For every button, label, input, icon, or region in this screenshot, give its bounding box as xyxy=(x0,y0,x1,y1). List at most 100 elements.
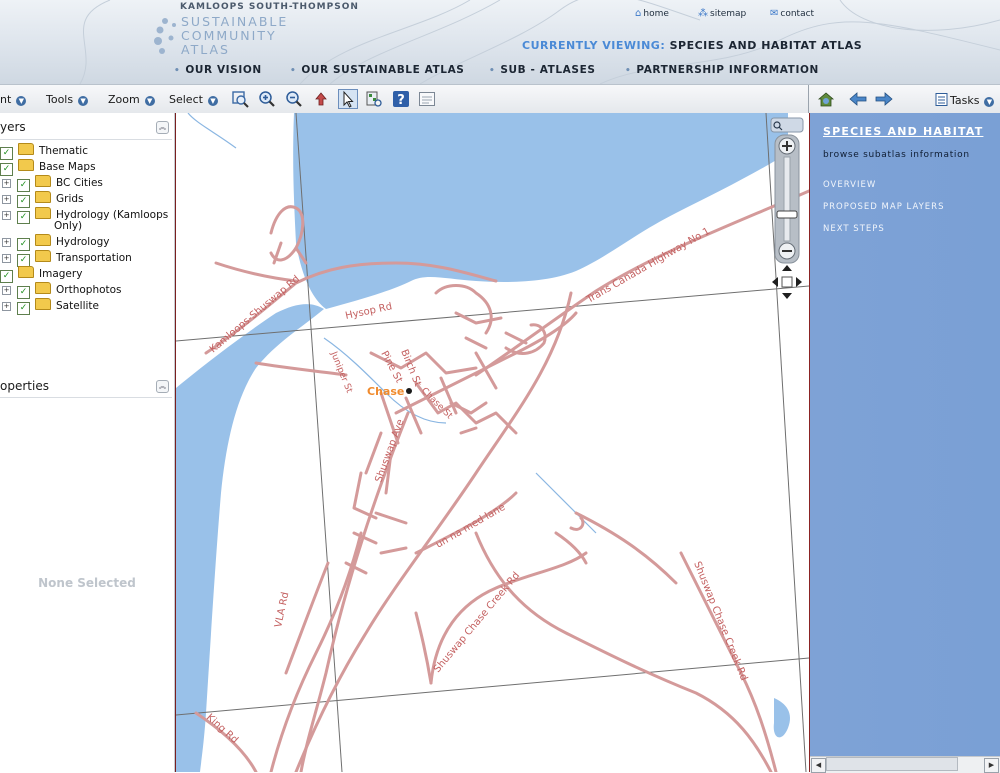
nav-sustainable-atlas[interactable]: OUR SUSTAINABLE ATLAS xyxy=(290,64,464,76)
sitemap-link[interactable]: ⁂ sitemap xyxy=(698,8,746,19)
svg-text:?: ? xyxy=(397,93,405,108)
layer-hydrology[interactable]: + ✓ Hydrology xyxy=(2,234,110,251)
utility-links: ⌂ home ⁂ sitemap ✉ contact xyxy=(630,8,1000,24)
layer-grids[interactable]: + ✓ Grids xyxy=(2,191,84,208)
zoom-slider-control[interactable] xyxy=(769,117,805,307)
folder-icon xyxy=(35,191,51,203)
chevron-down-icon: ▼ xyxy=(16,96,27,106)
pan-icon[interactable] xyxy=(312,90,330,108)
map-canvas[interactable]: Chase Trans Canada Highway No 1 Kamloops… xyxy=(176,113,809,772)
menu-nt[interactable]: nt ▼ xyxy=(0,93,27,106)
home-icon: ⌂ xyxy=(635,8,642,19)
layer-imagery[interactable]: ✓ Imagery xyxy=(0,266,82,283)
folder-icon xyxy=(35,234,51,246)
water-features xyxy=(176,113,791,772)
subatlas-panel: SPECIES AND HABITAT browse subatlas info… xyxy=(810,113,1000,756)
checkbox-icon[interactable]: ✓ xyxy=(17,211,30,224)
folder-icon xyxy=(35,175,51,187)
tasks-menu[interactable]: Tasks ▼ xyxy=(935,93,995,107)
help-icon[interactable]: ? xyxy=(392,90,410,108)
layer-thematic[interactable]: ✓ Thematic xyxy=(0,143,88,160)
map-view[interactable]: Chase Trans Canada Highway No 1 Kamloops… xyxy=(175,113,811,772)
link-proposed-map-layers[interactable]: PROPOSED MAP LAYERS xyxy=(823,202,944,212)
currently-viewing-label: CURRENTLY VIEWING: xyxy=(522,39,666,52)
road-label-shuswap-chase-creek-1: Shuswap Chase Creek Rd xyxy=(432,570,522,675)
road-label-shuswap-ave: Shuswap Ave xyxy=(373,418,406,484)
link-overview[interactable]: OVERVIEW xyxy=(823,180,876,190)
expand-icon[interactable]: + xyxy=(2,195,11,204)
menu-select[interactable]: Select ▼ xyxy=(169,93,218,106)
back-arrow-icon[interactable] xyxy=(849,90,867,108)
checkbox-icon[interactable]: ✓ xyxy=(17,302,30,315)
link-next-steps[interactable]: NEXT STEPS xyxy=(823,224,885,234)
collapse-properties-icon[interactable]: ︽ xyxy=(156,380,169,393)
legend-icon[interactable] xyxy=(418,90,436,108)
collapse-layers-icon[interactable]: ︽ xyxy=(156,121,169,134)
full-extent-icon[interactable] xyxy=(817,90,835,108)
logo-line-2[interactable]: COMMUNITY xyxy=(181,28,277,43)
zoom-out-icon[interactable] xyxy=(285,90,303,108)
properties-panel-title: operties xyxy=(0,379,49,393)
map-navigation-control xyxy=(769,117,805,307)
road-label-unnamed-lane: un na med lane xyxy=(434,502,507,551)
folder-icon xyxy=(18,266,34,278)
expand-icon[interactable]: + xyxy=(2,286,11,295)
main-navigation: OUR VISION OUR SUSTAINABLE ATLAS SUB - A… xyxy=(0,64,1000,80)
currently-viewing: CURRENTLY VIEWING: SPECIES AND HABITAT A… xyxy=(522,39,862,52)
map-place-chase[interactable]: Chase xyxy=(367,385,404,398)
zoom-in-icon[interactable] xyxy=(258,90,276,108)
logo-line-3[interactable]: ATLAS xyxy=(181,42,230,57)
logo-line-1[interactable]: SUSTAINABLE xyxy=(181,14,288,29)
home-link[interactable]: ⌂ home xyxy=(635,8,669,19)
road-label-shuswap-chase-creek-2: Shuswap Chase Creek Rd xyxy=(691,560,749,682)
layers-header-divider xyxy=(0,139,172,140)
sitemap-icon: ⁂ xyxy=(698,8,708,19)
chevron-down-icon: ▼ xyxy=(207,96,218,106)
layer-orthophotos[interactable]: + ✓ Orthophotos xyxy=(2,282,122,299)
layer-base-maps[interactable]: ✓ Base Maps xyxy=(0,159,96,176)
road-label-vla: VLA Rd xyxy=(273,591,291,628)
expand-icon[interactable]: + xyxy=(2,179,11,188)
folder-icon xyxy=(18,143,34,155)
menu-tools[interactable]: Tools ▼ xyxy=(46,93,89,106)
scroll-left-icon[interactable]: ◀ xyxy=(811,758,826,773)
chevron-down-icon: ▼ xyxy=(78,96,89,106)
chevron-down-icon: ▼ xyxy=(984,97,995,107)
road-label-hysop: Hysop Rd xyxy=(344,301,393,322)
properties-empty-text: None Selected xyxy=(38,576,136,590)
folder-icon xyxy=(35,298,51,310)
chase-town-marker[interactable] xyxy=(406,388,412,394)
properties-header-divider xyxy=(0,397,172,398)
scrollbar-thumb[interactable] xyxy=(826,757,958,771)
subatlas-title-link[interactable]: SPECIES AND HABITAT xyxy=(823,125,983,138)
expand-icon[interactable]: + xyxy=(2,302,11,311)
layer-satellite[interactable]: + ✓ Satellite xyxy=(2,298,99,315)
map-toolbar: nt ▼ Tools ▼ Zoom ▼ Select ▼ ? Tasks ▼ xyxy=(0,84,1000,114)
contact-link[interactable]: ✉ contact xyxy=(770,8,814,19)
expand-icon[interactable]: + xyxy=(2,254,11,263)
nav-partnership-information[interactable]: PARTNERSHIP INFORMATION xyxy=(625,64,819,76)
layer-hydrology-kamloops[interactable]: + ✓ Hydrology (Kamloops xyxy=(2,207,168,224)
layer-transportation[interactable]: + ✓ Transportation xyxy=(2,250,132,267)
nav-our-vision[interactable]: OUR VISION xyxy=(174,64,262,76)
scroll-right-icon[interactable]: ▶ xyxy=(984,758,999,773)
atlas-logo-icon[interactable] xyxy=(153,16,181,58)
road-label-king: King Rd xyxy=(204,712,240,746)
layer-hydrology-kamloops-cont: Only) xyxy=(54,220,83,232)
layers-panel-title: yers xyxy=(0,120,26,134)
zoom-to-extent-icon[interactable] xyxy=(231,90,249,108)
subatlas-subtitle: browse subatlas information xyxy=(823,150,970,160)
menu-zoom[interactable]: Zoom ▼ xyxy=(108,93,155,106)
expand-icon[interactable]: + xyxy=(2,238,11,247)
folder-icon xyxy=(35,282,51,294)
expand-icon[interactable]: + xyxy=(2,211,11,220)
select-pointer-icon[interactable] xyxy=(338,89,358,109)
nav-sub-atlases[interactable]: SUB - ATLASES xyxy=(489,64,596,76)
forward-arrow-icon[interactable] xyxy=(875,90,893,108)
identify-icon[interactable] xyxy=(365,90,383,108)
envelope-icon: ✉ xyxy=(770,8,779,19)
folder-icon xyxy=(18,159,34,171)
layer-bc-cities[interactable]: + ✓ BC Cities xyxy=(2,175,103,192)
site-header: KAMLOOPS SOUTH-THOMPSON SUSTAINABLE COMM… xyxy=(0,0,1000,84)
toolbar-divider xyxy=(808,85,809,113)
